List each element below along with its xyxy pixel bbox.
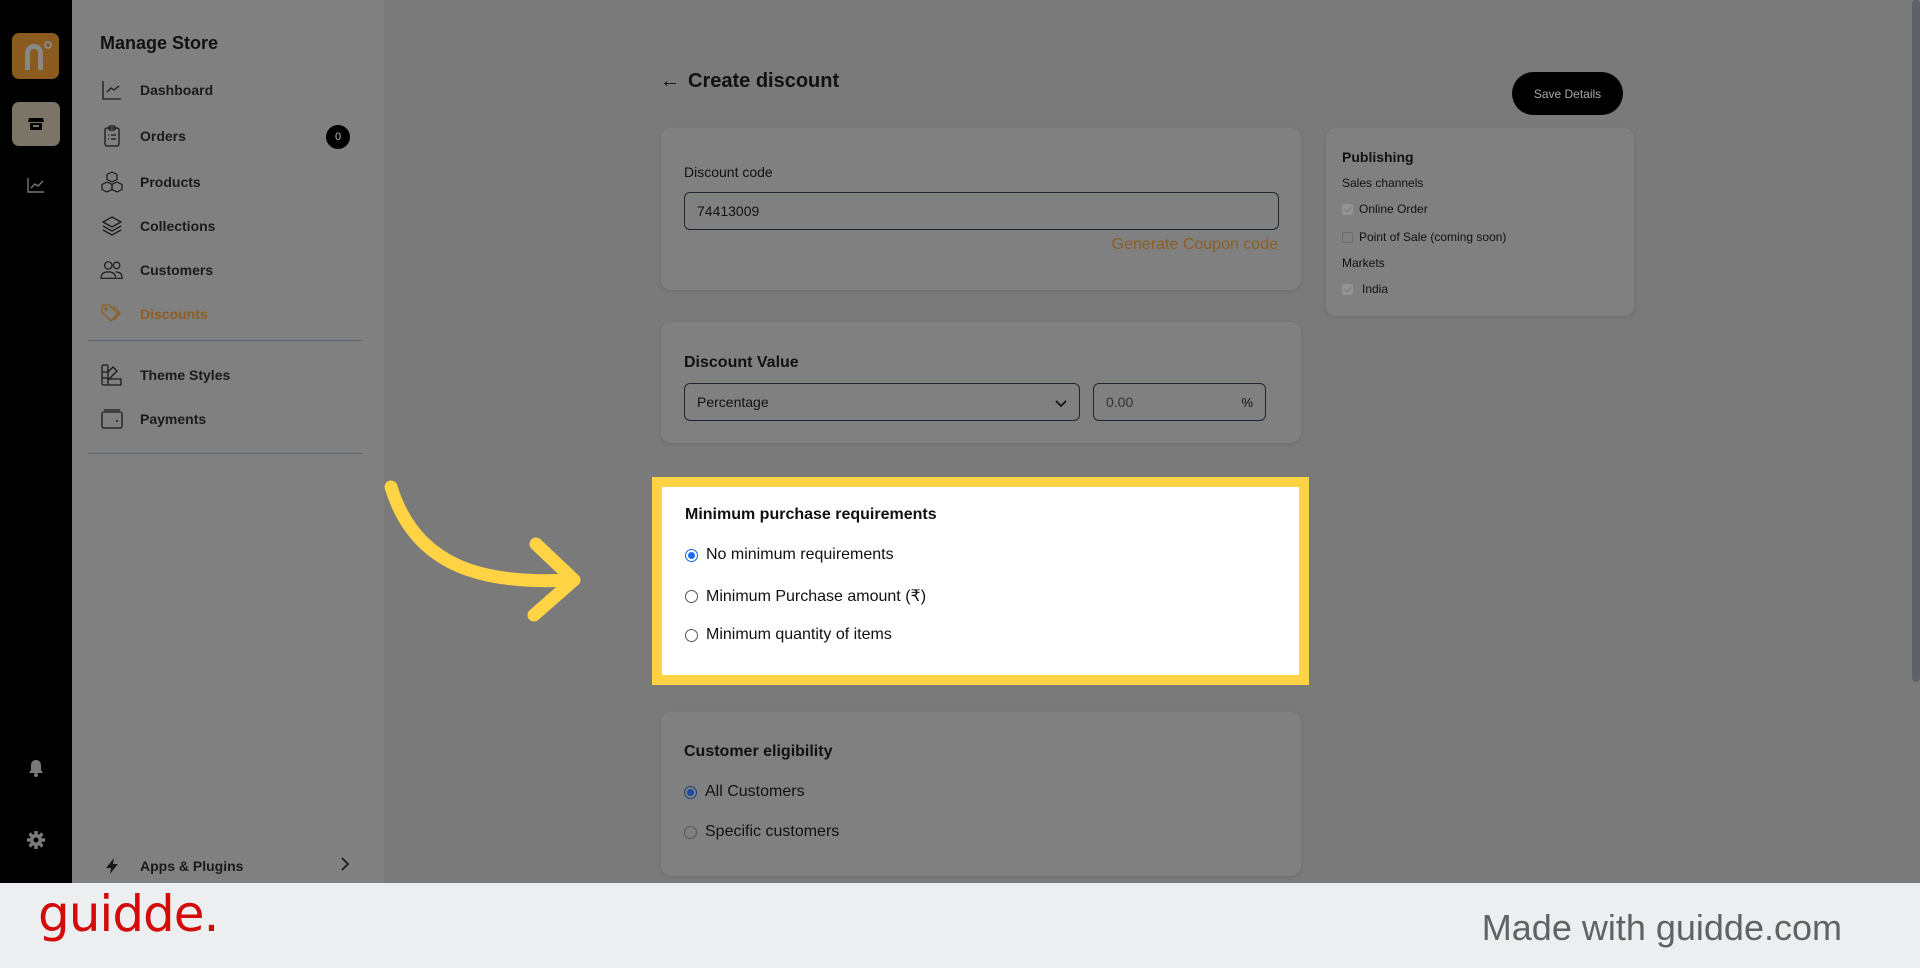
page-header: ← Create discount (660, 70, 839, 93)
made-with-guidde: Made with guidde.com (1481, 907, 1842, 948)
publishing-card: Publishing Sales channels Online Order P… (1326, 128, 1634, 316)
highlight-frame: Minimum purchase requirements No minimum… (652, 477, 1309, 685)
customer-eligibility-card: Customer eligibility All Customers Speci… (661, 712, 1301, 876)
radio-label: Minimum quantity of items (706, 626, 892, 643)
layers-icon (100, 214, 124, 238)
radio-button[interactable] (685, 628, 698, 642)
save-details-button[interactable]: Save Details (1512, 72, 1623, 115)
radio-min-amount[interactable]: Minimum Purchase amount (₹) (685, 586, 926, 606)
logo-n-glyph (25, 44, 43, 70)
checkbox-label: Online Order (1359, 202, 1428, 216)
orders-count-badge: 0 (326, 125, 350, 149)
cubes-icon (100, 170, 124, 194)
back-arrow-icon[interactable]: ← (660, 70, 680, 93)
generate-coupon-link[interactable]: Generate Coupon code (1112, 236, 1278, 254)
radio-label: No minimum requirements (706, 546, 894, 563)
checkbox-label: India (1362, 282, 1389, 296)
min-purchase-card: Minimum purchase requirements No minimum… (662, 487, 1299, 675)
sidebar-item-label: Dashboard (140, 82, 214, 98)
radio-button[interactable] (685, 589, 698, 603)
sidebar-divider (88, 340, 363, 341)
swatch-icon (100, 363, 124, 387)
sidebar-item-products[interactable]: Products (100, 167, 350, 197)
radio-all-customers[interactable]: All Customers (684, 783, 805, 801)
sidebar-item-label: Theme Styles (140, 367, 231, 383)
logo-dot-glyph (44, 41, 52, 49)
bell-icon[interactable] (24, 756, 48, 780)
page-scrollbar[interactable] (1912, 0, 1920, 682)
sidebar-item-label: Orders (140, 128, 186, 144)
checkbox[interactable] (1342, 283, 1353, 295)
radio-button[interactable] (684, 825, 697, 839)
gear-icon[interactable] (24, 828, 48, 852)
checkbox[interactable] (1342, 203, 1353, 215)
analytics-icon[interactable] (24, 173, 48, 197)
guidde-footer: guidde. Made with guidde.com (0, 883, 1920, 968)
tag-icon (100, 302, 124, 326)
discount-value-title: Discount Value (684, 354, 799, 371)
min-purchase-title: Minimum purchase requirements (685, 506, 937, 523)
store-icon[interactable] (12, 102, 60, 146)
sidebar-item-theme-styles[interactable]: Theme Styles (100, 360, 350, 390)
clipboard-icon (100, 124, 124, 148)
sidebar-item-label: Products (140, 174, 201, 190)
discount-amount-placeholder: 0.00 (1106, 394, 1134, 410)
guidde-logo: guidde. (38, 885, 219, 943)
sidebar-title: Manage Store (100, 33, 219, 53)
radio-specific-customers[interactable]: Specific customers (684, 823, 839, 841)
radio-no-minimum[interactable]: No minimum requirements (685, 546, 894, 564)
channel-point-of-sale[interactable]: Point of Sale (coming soon) (1342, 230, 1506, 244)
checkbox[interactable] (1342, 231, 1353, 243)
checkbox-label: Point of Sale (coming soon) (1359, 230, 1507, 244)
brand-logo[interactable] (12, 33, 59, 79)
discount-code-card: Discount code 74413009 Generate Coupon c… (661, 128, 1301, 290)
eligibility-title: Customer eligibility (684, 743, 833, 760)
channel-online-order[interactable]: Online Order (1342, 202, 1428, 216)
chevron-right-icon (340, 856, 350, 875)
chart-line-icon (100, 78, 124, 102)
radio-button[interactable] (685, 548, 698, 562)
sidebar-item-collections[interactable]: Collections (100, 211, 350, 241)
market-india[interactable]: India (1342, 282, 1388, 296)
discount-code-label: Discount code (684, 164, 773, 180)
sidebar-item-payments[interactable]: Payments (100, 404, 350, 434)
radio-label: Minimum Purchase amount (₹) (706, 588, 927, 605)
radio-min-quantity[interactable]: Minimum quantity of items (685, 626, 892, 644)
sidebar-item-discounts[interactable]: Discounts (100, 299, 350, 329)
sidebar-item-label: Apps & Plugins (140, 858, 244, 874)
discount-value-card: Discount Value Percentage 0.00 % (661, 322, 1301, 443)
sidebar-item-label: Payments (140, 411, 207, 427)
discount-amount-input[interactable]: 0.00 % (1093, 383, 1266, 421)
discount-code-input[interactable]: 74413009 (684, 192, 1279, 230)
sidebar-item-label: Customers (140, 262, 214, 278)
tutorial-arrow-icon (384, 480, 581, 622)
radio-label: Specific customers (705, 823, 840, 840)
sidebar-item-label: Collections (140, 218, 216, 234)
users-icon (100, 258, 124, 282)
sidebar-item-customers[interactable]: Customers (100, 255, 350, 285)
publishing-title: Publishing (1342, 149, 1414, 165)
sidebar-item-orders[interactable]: Orders 0 (100, 121, 350, 151)
bolt-icon (100, 854, 124, 878)
page-title: Create discount (688, 70, 840, 92)
discount-type-select[interactable]: Percentage (684, 383, 1080, 421)
sidebar-item-apps-plugins[interactable]: Apps & Plugins (100, 851, 350, 881)
radio-label: All Customers (705, 783, 805, 800)
markets-label: Markets (1342, 256, 1385, 270)
wallet-icon (100, 407, 124, 431)
percent-suffix: % (1241, 394, 1253, 410)
icon-rail (0, 0, 72, 883)
sales-channels-label: Sales channels (1342, 176, 1424, 190)
sidebar-divider (88, 453, 363, 454)
sidebar-item-dashboard[interactable]: Dashboard (100, 75, 350, 105)
discount-type-value: Percentage (697, 394, 769, 410)
sidebar-item-label: Discounts (140, 306, 208, 322)
radio-button[interactable] (684, 785, 697, 799)
chevron-down-icon (1055, 396, 1067, 412)
sidebar: Manage Store Dashboard Orders 0 Products… (72, 0, 384, 883)
